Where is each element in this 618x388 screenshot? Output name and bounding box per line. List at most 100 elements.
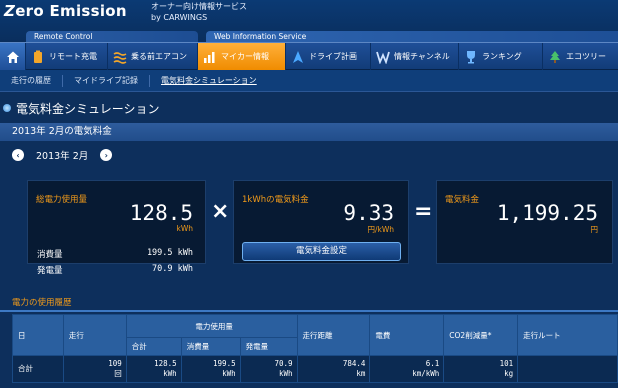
- col-run: 走行: [62, 314, 127, 356]
- cell-consumption: 199.5 kWh: [180, 355, 241, 383]
- multiply-operator: ×: [211, 199, 230, 224]
- history-title: 電力の使用履歴: [12, 298, 72, 308]
- col-route: 走行ルート: [517, 314, 618, 356]
- cell-generation-unit: kWh: [278, 369, 293, 378]
- cell-run-unit: 回: [114, 369, 122, 378]
- nav-label: エコツリー: [566, 52, 606, 61]
- cell-distance: 784.4 km: [296, 355, 371, 383]
- nav-label: マイカー情報: [221, 52, 269, 61]
- next-month-button[interactable]: ›: [100, 149, 113, 161]
- nav-item-drive-plan[interactable]: ドライブ計画: [286, 43, 371, 70]
- category-remote-control: Remote Control: [26, 31, 198, 42]
- trophy-icon: [464, 50, 478, 64]
- cell-total-value: 128.5: [154, 359, 177, 368]
- electricity-cost-value: 1,199.25: [496, 201, 598, 225]
- generation-label: 発電量: [37, 266, 63, 276]
- cell-co2: 101 kg: [443, 355, 519, 383]
- cell-total: 128.5 kWh: [125, 355, 182, 383]
- unit-price-card: 1kWhの電気料金 9.33 円/kWh 電気料金設定: [233, 180, 409, 264]
- col-distance: 走行距離: [296, 314, 371, 356]
- home-icon: [6, 51, 19, 63]
- cell-efficiency: 6.1 km/kWh: [369, 355, 445, 383]
- subnav-item-my-drive-record[interactable]: マイドライブ記録: [63, 74, 150, 87]
- card-title: 電気料金: [445, 195, 480, 205]
- nav-item-remote-charge[interactable]: リモート充電: [26, 43, 108, 70]
- card-title: 総電力使用量: [36, 195, 88, 205]
- col-total: 合計: [125, 337, 182, 356]
- total-power-card: 総電力使用量 128.5 kWh 消費量 199.5 kWh 発電量 70.9 …: [27, 180, 206, 276]
- col-efficiency: 電費: [369, 314, 445, 356]
- price-settings-button[interactable]: 電気料金設定: [242, 242, 401, 261]
- total-power-unit: kWh: [176, 224, 193, 233]
- chart-icon: [203, 50, 217, 64]
- bullet-icon: [3, 104, 11, 112]
- col-co2: CO2削減量*: [443, 314, 519, 356]
- generation-value: 70.9 kWh: [152, 264, 193, 274]
- unit-price-value: 9.33: [343, 201, 394, 225]
- history-table: 日 走行 電力使用量 走行距離 電費 CO2削減量* 走行ルート 合計 消費量 …: [12, 314, 618, 383]
- cell-generation-value: 70.9: [274, 359, 293, 368]
- cell-distance-unit: km: [356, 369, 366, 378]
- card-title: 1kWhの電気料金: [242, 195, 309, 205]
- cell-consumption-value: 199.5: [213, 359, 236, 368]
- total-power-value: 128.5: [129, 201, 193, 225]
- app-header: Zero Emission オーナー向け情報サービス by CARWINGS R…: [0, 0, 618, 42]
- category-web-information: Web Information Service: [206, 31, 618, 42]
- nav-label: リモート充電: [49, 52, 97, 61]
- cell-distance-value: 784.4: [342, 359, 366, 368]
- nav-label: ランキング: [482, 52, 522, 61]
- nav-label: ドライブ計画: [309, 52, 357, 61]
- section-title: 2013年 2月の電気料金: [0, 123, 618, 141]
- tree-icon: [548, 50, 562, 64]
- subnav-item-electricity-sim[interactable]: 電気料金シミュレーション: [150, 75, 268, 87]
- header-subtitle: オーナー向け情報サービス by CARWINGS: [151, 1, 247, 23]
- cell-run: 109 回: [62, 355, 127, 383]
- sub-nav: 走行の履歴 マイドライブ記録 電気料金シミュレーション: [0, 70, 618, 92]
- arrow-icon: [291, 50, 305, 64]
- electricity-cost-unit: 円: [590, 225, 599, 234]
- subnav-item-drive-history[interactable]: 走行の履歴: [0, 74, 63, 87]
- battery-icon: [31, 50, 45, 64]
- row-label: 合計: [12, 355, 64, 383]
- nav-item-ranking[interactable]: ランキング: [459, 43, 543, 70]
- unit-price-unit: 円/kWh: [367, 225, 394, 234]
- cell-efficiency-value: 6.1: [425, 359, 440, 368]
- channel-icon: [376, 50, 390, 64]
- col-generation: 発電量: [239, 337, 298, 356]
- nav-item-info-channel[interactable]: 情報チャンネル: [371, 43, 459, 70]
- prev-month-button[interactable]: ‹: [12, 149, 24, 161]
- cell-total-unit: kWh: [163, 369, 177, 378]
- cell-co2-value: 101: [499, 359, 514, 368]
- header-subtitle-line1: オーナー向け情報サービス: [151, 2, 247, 11]
- cell-generation: 70.9 kWh: [239, 355, 298, 383]
- month-selector: ‹ 2013年 2月 ›: [12, 148, 113, 162]
- page-title: 電気料金シミュレーション: [16, 101, 160, 116]
- electricity-cost-card: 電気料金 1,199.25 円: [436, 180, 613, 264]
- month-label: 2013年 2月: [36, 151, 89, 162]
- consumption-label: 消費量: [37, 250, 63, 260]
- logo-prefix: Z: [4, 2, 16, 20]
- divider: [0, 310, 618, 312]
- nav-item-my-car[interactable]: マイカー情報: [198, 43, 286, 70]
- cell-efficiency-unit: km/kWh: [412, 369, 440, 378]
- logo[interactable]: Zero Emission: [4, 2, 127, 20]
- home-button[interactable]: [0, 43, 26, 70]
- air-icon: [113, 50, 127, 64]
- header-subtitle-line2: by CARWINGS: [151, 13, 208, 22]
- cell-run-value: 109: [108, 359, 122, 368]
- col-power: 電力使用量: [125, 314, 298, 338]
- consumption-value: 199.5 kWh: [146, 248, 193, 258]
- nav-label: 情報チャンネル: [394, 52, 450, 61]
- nav-label: 乗る前エアコン: [131, 52, 187, 61]
- page-title-bar: 電気料金シミュレーション: [0, 97, 618, 119]
- cell-co2-unit: kg: [504, 369, 514, 378]
- col-consumption: 消費量: [180, 337, 241, 356]
- table-row: 合計 109 回 128.5 kWh 199.5 kWh 70.9 kWh 784.4 k…: [12, 355, 618, 383]
- logo-text: ero Emission: [15, 2, 127, 20]
- nav-item-air-conditioner[interactable]: 乗る前エアコン: [108, 43, 198, 70]
- main-nav: リモート充電 乗る前エアコン マイカー情報 ドライブ計画 情報チャンネル ランキ…: [0, 42, 618, 70]
- cell-consumption-unit: kWh: [222, 369, 236, 378]
- equals-operator: =: [414, 199, 433, 224]
- nav-item-eco-tree[interactable]: エコツリー: [543, 43, 618, 70]
- col-day: 日: [12, 314, 64, 356]
